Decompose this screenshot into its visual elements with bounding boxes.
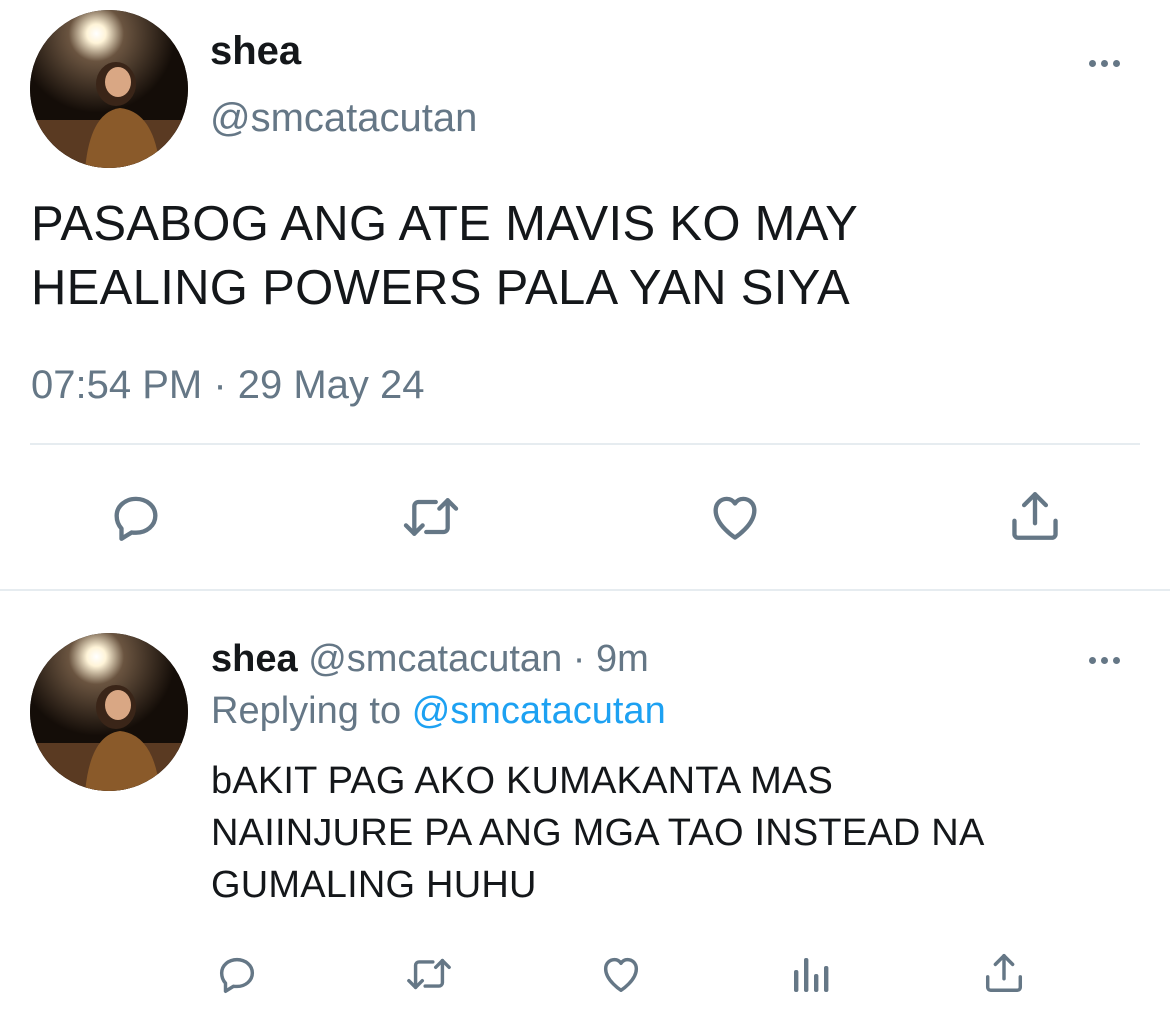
reply-text-line: GUMALING HUHU [211,864,537,906]
reply-icon[interactable] [107,488,165,546]
retweet-icon[interactable] [404,951,454,997]
avatar-photo [30,633,188,791]
more-options-icon[interactable] [1089,60,1120,67]
separator-dot: · [572,638,586,680]
handle[interactable]: @smcatacutan [210,95,477,141]
replying-to: Replying to @smcatacutan [211,688,666,734]
like-icon[interactable] [705,488,765,546]
handle[interactable]: @smcatacutan [308,638,562,680]
reply-header: shea @smcatacutan · 9m [211,636,649,682]
avatar[interactable] [30,10,188,168]
avatar-photo [30,10,188,168]
reply-text-line: bAKIT PAG AKO KUMAKANTA MAS [211,760,834,802]
more-options-icon[interactable] [1089,657,1120,664]
reply-icon[interactable] [214,951,260,997]
analytics-icon[interactable] [792,952,832,994]
relative-time[interactable]: 9m [596,638,649,680]
like-icon[interactable] [597,951,645,997]
avatar[interactable] [30,633,188,791]
timestamp[interactable]: 07:54 PM · 29 May 24 [31,362,425,408]
section-divider [0,589,1170,591]
replying-label: Replying to [211,690,402,732]
retweet-icon[interactable] [400,488,462,546]
divider [30,443,1140,445]
share-icon[interactable] [981,949,1027,997]
reply-text-line: NAIINJURE PA ANG MGA TAO INSTEAD NA [211,812,985,854]
share-icon[interactable] [1006,486,1064,546]
mention-link[interactable]: @smcatacutan [412,690,666,732]
tweet-text-line: HEALING POWERS PALA YAN SIYA [31,261,850,315]
display-name[interactable]: shea [210,28,301,74]
tweet-text-line: PASABOG ANG ATE MAVIS KO MAY [31,197,859,251]
display-name[interactable]: shea [211,638,298,680]
